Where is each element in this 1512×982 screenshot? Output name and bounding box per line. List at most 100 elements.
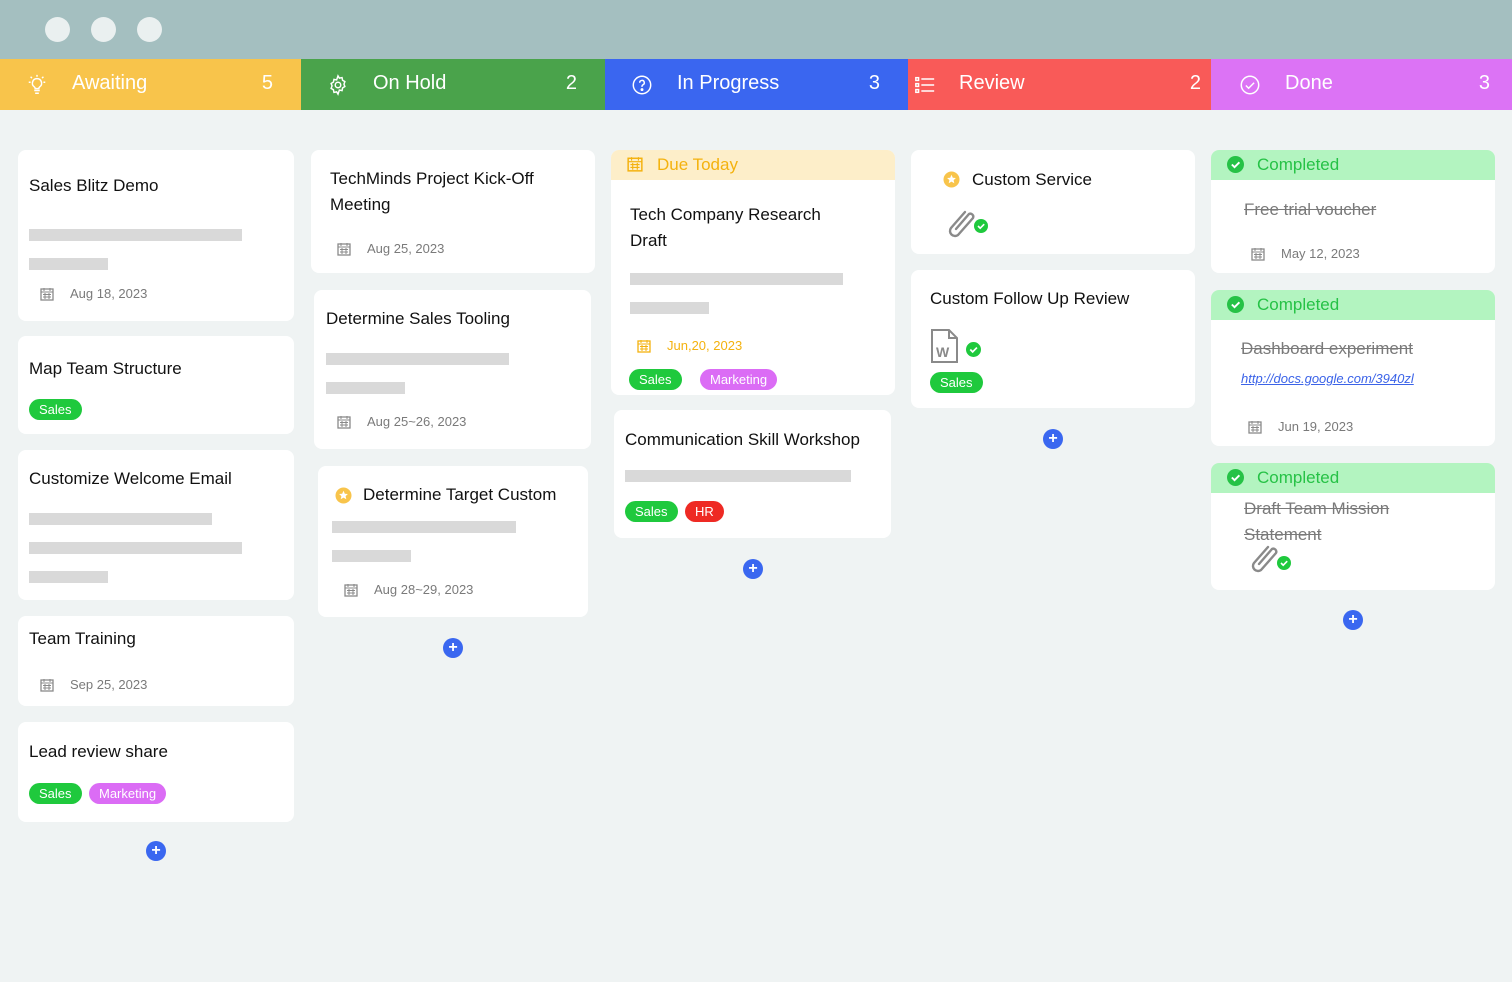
task-title: TechMinds Project Kick-Off Meeting <box>330 166 534 218</box>
placeholder-line <box>326 353 509 365</box>
task-card[interactable]: Map Team Structure Sales <box>18 336 294 434</box>
placeholder-line <box>29 258 108 270</box>
column-header-review[interactable]: Review 2 <box>908 59 1211 110</box>
column-count: 2 <box>565 72 577 94</box>
task-date: Sep 25, 2023 <box>40 677 147 692</box>
tag-sales[interactable]: Sales <box>29 783 82 804</box>
completed-banner: Completed <box>1211 463 1495 493</box>
task-title: Customize Welcome Email <box>29 469 232 488</box>
placeholder-line <box>29 571 108 583</box>
task-card[interactable]: Team Training Sep 25, 2023 <box>18 616 294 706</box>
task-card[interactable]: Due Today Tech Company Research Draft Ju… <box>611 150 895 395</box>
tag-sales[interactable]: Sales <box>629 369 682 390</box>
add-card-button[interactable]: + <box>743 559 763 579</box>
task-date: Jun 19, 2023 <box>1248 419 1353 434</box>
task-card[interactable]: Completed Draft Team Mission Statement <box>1211 463 1495 590</box>
task-card[interactable]: Customize Welcome Email <box>18 450 294 600</box>
placeholder-line <box>29 513 212 525</box>
task-date: Aug 18, 2023 <box>40 286 147 301</box>
task-card[interactable]: Custom Follow Up Review W Sales <box>911 270 1195 408</box>
task-title-line: Meeting <box>330 195 391 214</box>
banner-label: Completed <box>1257 468 1340 487</box>
task-card[interactable]: Custom Service <box>911 150 1195 254</box>
window-titlebar <box>0 0 1512 59</box>
lightbulb-icon <box>28 74 46 94</box>
task-card[interactable]: Determine Target Custom Aug 28~29, 2023 <box>318 466 588 617</box>
tag-marketing[interactable]: Marketing <box>700 369 778 390</box>
column-count: 3 <box>868 72 880 94</box>
check-circle-icon <box>1240 75 1260 95</box>
attachment-icon[interactable] <box>945 206 991 240</box>
task-title: Determine Target Custom <box>363 485 557 504</box>
task-card[interactable]: Sales Blitz Demo Aug 18, 2023 <box>18 150 294 321</box>
task-date: Jun,20, 2023 <box>637 338 742 353</box>
task-title-line: Draft Team Mission <box>1244 499 1390 518</box>
placeholder-line <box>29 229 242 241</box>
check-circle-icon <box>1227 156 1244 173</box>
tag-hr[interactable]: HR <box>685 501 724 522</box>
task-title: Determine Sales Tooling <box>326 309 510 328</box>
task-title: Communication Skill Workshop <box>625 430 860 449</box>
attachment-icon[interactable] <box>1248 543 1294 577</box>
date-text: May 12, 2023 <box>1281 246 1360 261</box>
task-title: Free trial voucher <box>1244 200 1377 219</box>
task-title: Custom Service <box>972 170 1092 189</box>
window-dot-maximize[interactable] <box>137 17 162 42</box>
list-icon <box>915 76 935 94</box>
svg-text:W: W <box>936 344 950 360</box>
star-badge-icon <box>943 171 960 188</box>
task-card[interactable]: Determine Sales Tooling Aug 25~26, 2023 <box>314 290 591 449</box>
tag-sales[interactable]: Sales <box>930 372 983 393</box>
check-badge-icon <box>966 342 981 357</box>
column-header-awaiting[interactable]: Awaiting 5 <box>0 59 301 110</box>
column-header-on-hold[interactable]: On Hold 2 <box>301 59 605 110</box>
word-document-icon[interactable]: W <box>930 328 960 364</box>
task-title: Tech Company Research Draft <box>630 202 821 254</box>
completed-banner: Completed <box>1211 290 1495 320</box>
gear-icon <box>330 74 346 96</box>
task-date: May 12, 2023 <box>1251 246 1360 261</box>
window-dot-close[interactable] <box>45 17 70 42</box>
calendar-icon <box>337 415 351 429</box>
completed-banner: Completed <box>1211 150 1495 180</box>
document-link[interactable]: http://docs.google.com/3940zl <box>1241 371 1414 386</box>
tag-sales[interactable]: Sales <box>625 501 678 522</box>
add-card-button[interactable]: + <box>1043 429 1063 449</box>
add-card-button[interactable]: + <box>1343 610 1363 630</box>
calendar-icon <box>344 583 358 597</box>
placeholder-line <box>332 521 516 533</box>
calendar-icon <box>40 678 54 692</box>
placeholder-line <box>326 382 405 394</box>
due-today-banner: Due Today <box>611 150 895 180</box>
add-card-button[interactable]: + <box>443 638 463 658</box>
column-title: On Hold <box>373 72 447 94</box>
task-date: Aug 25, 2023 <box>337 241 444 256</box>
date-text: Sep 25, 2023 <box>70 677 148 692</box>
calendar-icon <box>1248 420 1262 434</box>
task-card[interactable]: Lead review share Sales Marketing <box>18 722 294 822</box>
placeholder-line <box>630 273 843 285</box>
task-card[interactable]: Communication Skill Workshop Sales HR <box>614 410 891 538</box>
add-card-button[interactable]: + <box>146 841 166 861</box>
placeholder-line <box>332 550 411 562</box>
task-date: Aug 28~29, 2023 <box>344 582 473 597</box>
star-badge-icon <box>335 487 352 504</box>
banner-label: Due Today <box>657 155 738 174</box>
column-header-done[interactable]: Done 3 <box>1211 59 1512 110</box>
column-header-in-progress[interactable]: In Progress 3 <box>605 59 908 110</box>
banner-label: Completed <box>1257 295 1340 314</box>
task-card[interactable]: Completed Dashboard experiment http://do… <box>1211 290 1495 446</box>
task-title-line: Draft <box>630 231 667 250</box>
window-dot-minimize[interactable] <box>91 17 116 42</box>
tag-sales[interactable]: Sales <box>29 399 82 420</box>
placeholder-line <box>625 470 851 482</box>
task-card[interactable]: Completed Free trial voucher May 12, 202… <box>1211 150 1495 273</box>
column-title: Awaiting <box>72 72 148 94</box>
calendar-icon <box>637 339 651 353</box>
task-title: Lead review share <box>29 742 168 761</box>
tag-marketing[interactable]: Marketing <box>89 783 167 804</box>
calendar-icon <box>627 157 643 172</box>
date-text: Aug 18, 2023 <box>70 286 148 301</box>
task-card[interactable]: TechMinds Project Kick-Off Meeting Aug 2… <box>311 150 595 273</box>
task-title: Sales Blitz Demo <box>29 176 159 195</box>
